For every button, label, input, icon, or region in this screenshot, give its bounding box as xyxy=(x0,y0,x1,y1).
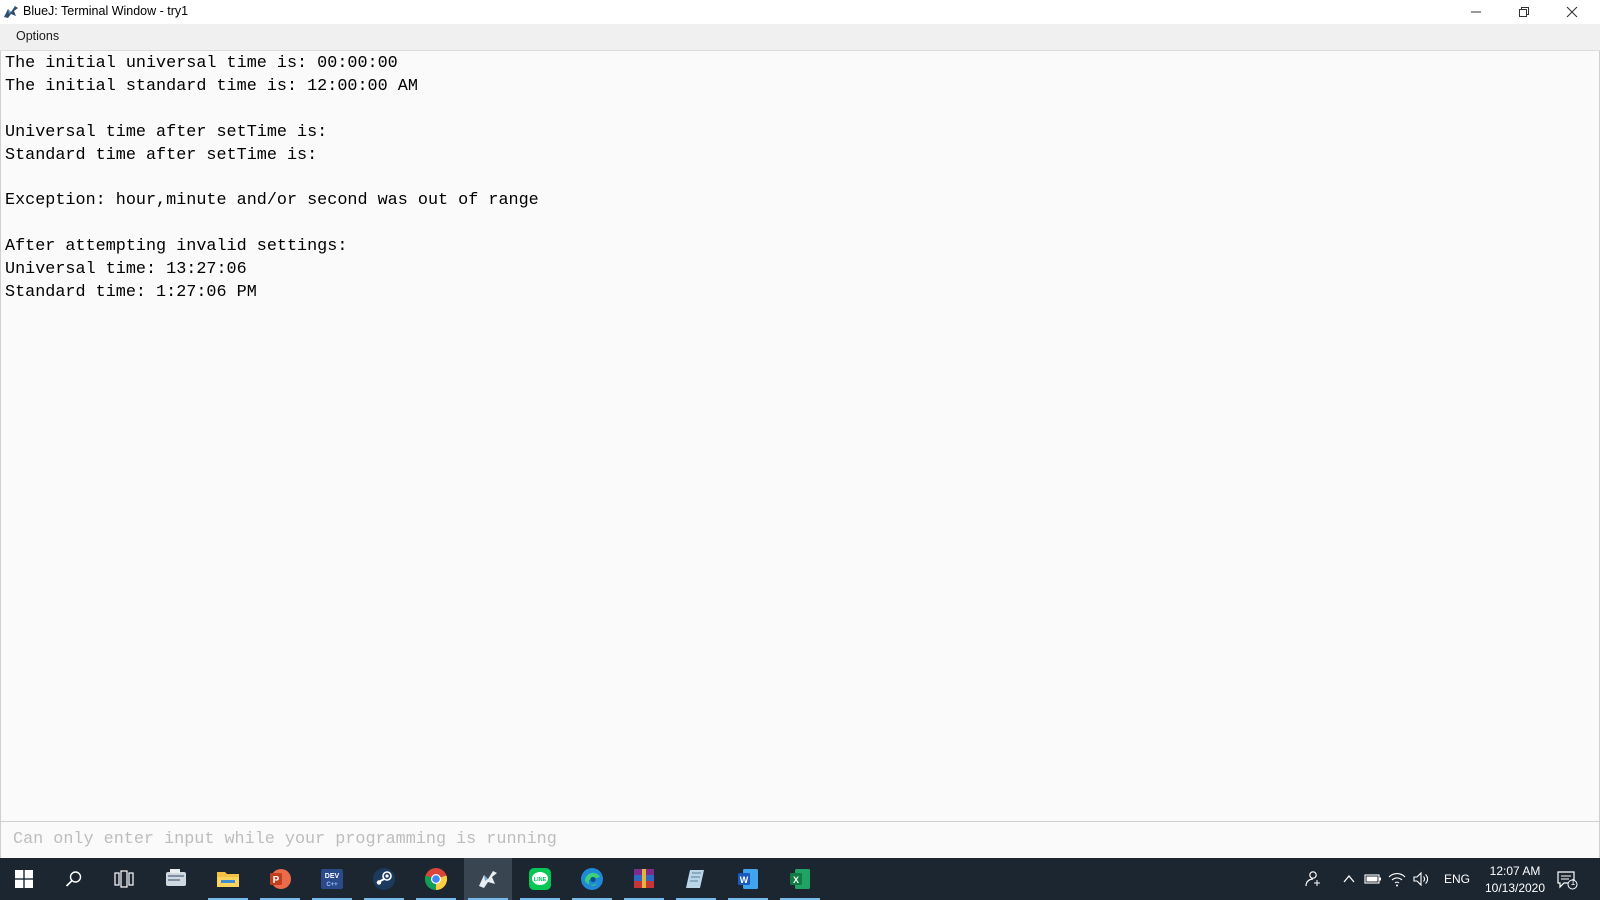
dev-cpp-icon: DEV C++ xyxy=(321,869,343,889)
svg-text:LINE: LINE xyxy=(534,877,547,883)
terminal-line: Standard time after setTime is: xyxy=(5,145,318,165)
people-button[interactable] xyxy=(1303,870,1321,888)
terminal-line: The initial standard time is: 12:00:00 A… xyxy=(5,76,418,96)
bluej-icon xyxy=(479,871,497,888)
battery-button[interactable] xyxy=(1364,870,1382,888)
terminal-lines: The initial universal time is: 00:00:00 … xyxy=(5,53,539,305)
word-icon: W xyxy=(738,869,758,889)
taskbar: P DEV C++ LINE W X ENG 12:07 AM 10/13/20… xyxy=(0,858,1600,900)
taskbar-app-line[interactable]: LINE xyxy=(516,858,564,900)
clock-date: 10/13/2020 xyxy=(1484,881,1546,895)
clock[interactable]: 12:07 AM 10/13/2020 xyxy=(1475,863,1555,897)
svg-text:DEV: DEV xyxy=(325,873,340,880)
taskbar-app-dev-cpp[interactable]: DEV C++ xyxy=(308,858,356,900)
taskbar-app-winrar[interactable] xyxy=(620,858,668,900)
line-icon: LINE xyxy=(529,868,551,890)
notification-count: 1 xyxy=(1570,878,1576,887)
start-button[interactable] xyxy=(0,858,48,900)
clock-time: 12:07 AM xyxy=(1489,864,1541,878)
svg-text:X: X xyxy=(793,875,799,885)
battery-icon xyxy=(1364,874,1381,884)
notes-app-icon xyxy=(686,870,704,888)
show-hidden-icons-button[interactable] xyxy=(1340,870,1358,888)
close-button[interactable] xyxy=(1548,0,1596,24)
task-view-icon xyxy=(114,870,134,888)
taskbar-app-powerpoint[interactable]: P xyxy=(256,858,304,900)
file-explorer-icon xyxy=(217,872,239,887)
menu-options[interactable]: Options xyxy=(16,29,59,43)
taskbar-app-word[interactable]: W xyxy=(724,858,772,900)
terminal-line: Standard time: 1:27:06 PM xyxy=(5,282,257,302)
terminal-line: After attempting invalid settings: xyxy=(5,237,348,257)
windows-logo-icon xyxy=(15,870,33,888)
menu-bar: Options xyxy=(0,24,1600,51)
task-view-button[interactable] xyxy=(100,858,148,900)
minimize-button[interactable] xyxy=(1452,0,1500,24)
terminal-line: Universal time: 13:27:06 xyxy=(5,260,247,280)
wifi-icon xyxy=(1388,873,1406,887)
chevron-up-icon xyxy=(1343,874,1355,883)
taskbar-app-edge[interactable] xyxy=(568,858,616,900)
excel-icon: X xyxy=(790,869,810,889)
restore-icon xyxy=(1519,7,1529,17)
svg-text:W: W xyxy=(740,875,749,885)
chrome-icon xyxy=(424,868,448,891)
minimize-icon xyxy=(1471,11,1481,13)
window-title: BlueJ: Terminal Window - try1 xyxy=(23,4,189,18)
language-indicator[interactable]: ENG xyxy=(1444,872,1470,886)
terminal-input-area xyxy=(0,821,1600,860)
steam-icon xyxy=(373,868,395,890)
powerpoint-icon: P xyxy=(270,869,291,889)
file-manager-icon xyxy=(166,869,186,886)
terminal-line: Exception: hour,minute and/or second was… xyxy=(5,191,539,211)
svg-text:C++: C++ xyxy=(326,882,338,888)
terminal-output[interactable]: The initial universal time is: 00:00:00 … xyxy=(0,51,1600,821)
search-button[interactable] xyxy=(50,858,98,900)
svg-text:P: P xyxy=(273,875,280,886)
taskbar-app-excel[interactable]: X xyxy=(776,858,824,900)
terminal-line: Universal time after setTime is: xyxy=(5,122,328,142)
people-icon xyxy=(1305,871,1320,887)
taskbar-app-notes[interactable] xyxy=(672,858,720,900)
speaker-icon xyxy=(1413,871,1428,887)
search-icon xyxy=(65,871,82,887)
taskbar-app-file-manager[interactable] xyxy=(152,858,200,900)
winrar-icon xyxy=(634,869,654,888)
network-button[interactable] xyxy=(1388,870,1406,888)
edge-icon xyxy=(581,868,603,890)
terminal-line: The initial universal time is: 00:00:00 xyxy=(5,54,398,73)
close-icon xyxy=(1566,6,1578,18)
taskbar-app-steam[interactable] xyxy=(360,858,408,900)
volume-button[interactable] xyxy=(1412,870,1430,888)
action-center-button[interactable]: 1 xyxy=(1556,869,1578,891)
taskbar-app-file-explorer[interactable] xyxy=(204,858,252,900)
terminal-input-field[interactable] xyxy=(1,822,1593,857)
taskbar-app-bluej[interactable] xyxy=(464,858,512,900)
bluej-bird-icon xyxy=(4,6,18,18)
title-bar[interactable]: BlueJ: Terminal Window - try1 xyxy=(0,0,1600,24)
taskbar-app-chrome[interactable] xyxy=(412,858,460,900)
restore-button[interactable] xyxy=(1500,0,1548,24)
